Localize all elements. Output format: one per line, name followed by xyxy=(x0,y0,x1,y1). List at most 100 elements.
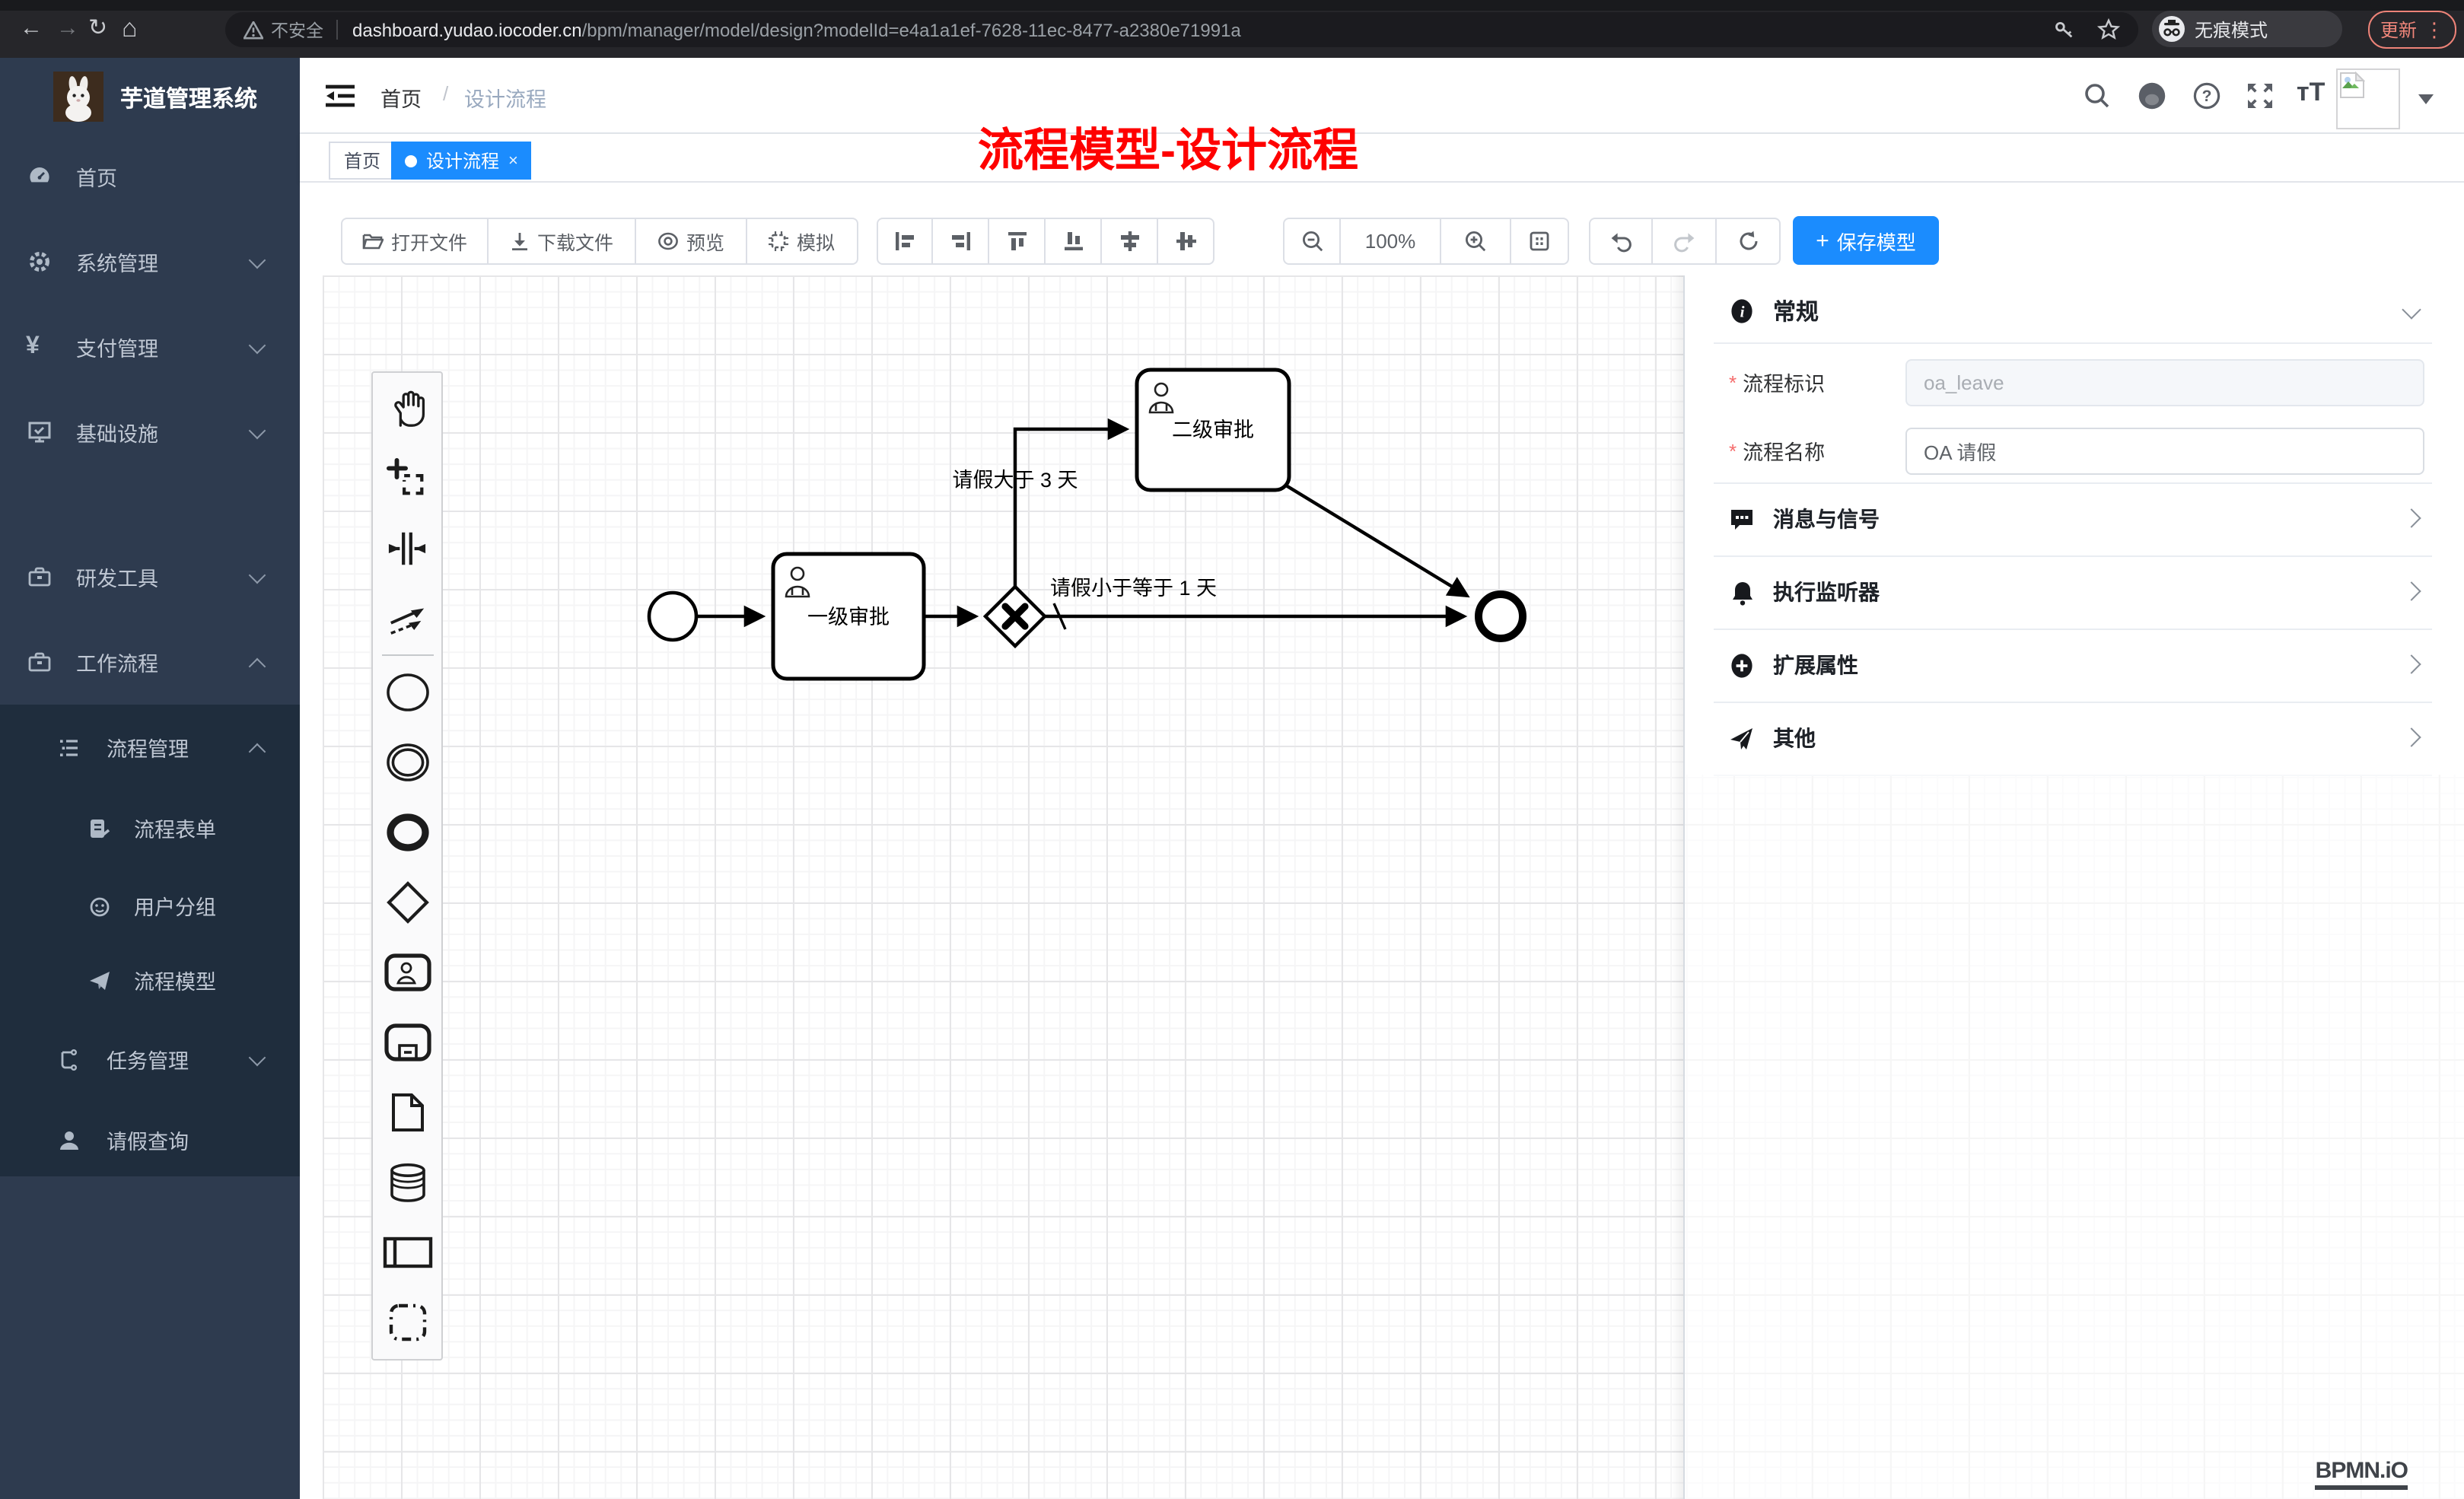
browser-menu-icon[interactable]: ⋮ xyxy=(2424,18,2444,42)
sidebar-item-user-group[interactable]: 用户分组 xyxy=(0,875,300,936)
end-event[interactable] xyxy=(1479,594,1523,638)
close-tab-icon[interactable]: × xyxy=(508,151,518,170)
panel-section-extended-attributes[interactable]: 扩展属性 xyxy=(1685,629,2464,702)
breadcrumb-home[interactable]: 首页 xyxy=(380,82,422,113)
url-divider xyxy=(336,20,337,40)
preview-button[interactable]: 预览 xyxy=(636,218,747,265)
browser-reload-button[interactable]: ↻ xyxy=(88,0,107,58)
branch-icon xyxy=(58,1048,81,1071)
chevron-down-icon xyxy=(249,1049,266,1067)
url-path: /bpm/manager/model/design?modelId=e4a1a1… xyxy=(582,19,1241,40)
preview-icon xyxy=(657,231,679,251)
align-right-button[interactable] xyxy=(933,218,989,265)
top-navbar: 首页 / 设计流程 ? тT xyxy=(300,58,2464,134)
sidebar-item-leave-query[interactable]: 请假查询 xyxy=(0,1109,300,1170)
tab-design-process[interactable]: 设计流程 × xyxy=(391,142,532,180)
bpmn-io-watermark[interactable]: BPMN.iO xyxy=(2316,1459,2408,1490)
sidebar: 芋道管理系统 首页 系统管理 ¥ 支付管理 基础设施 研发工具 工作 xyxy=(0,58,300,1499)
simulate-button[interactable]: 模拟 xyxy=(747,218,858,265)
plus-icon: + xyxy=(1816,228,1829,253)
align-middle-button[interactable] xyxy=(1102,218,1158,265)
browser-tab-strip xyxy=(0,0,2464,11)
exclusive-gateway[interactable] xyxy=(985,587,1045,646)
chevron-right-icon xyxy=(2402,508,2421,527)
zoom-level[interactable]: 100% xyxy=(1341,218,1441,265)
fullscreen-icon[interactable] xyxy=(2246,82,2274,110)
zoom-in-button[interactable] xyxy=(1441,218,1511,265)
process-name-input[interactable] xyxy=(1905,427,2424,474)
sidebar-item-workflow[interactable]: 工作流程 xyxy=(0,632,300,692)
align-center-button[interactable] xyxy=(1158,218,1214,265)
sidebar-collapse-icon[interactable] xyxy=(326,84,355,108)
sidebar-item-payment[interactable]: ¥ 支付管理 xyxy=(0,317,300,377)
zoom-out-button[interactable] xyxy=(1283,218,1341,265)
panel-section-general[interactable]: i 常规 xyxy=(1685,278,2464,342)
message-icon xyxy=(1729,506,1755,532)
download-file-button[interactable]: 下载文件 xyxy=(489,218,636,265)
browser-chrome: ← → ↻ ⌂ 不安全 dashboard.yudao.iocoder.cn/b… xyxy=(0,0,2464,58)
breadcrumb-separator: / xyxy=(443,82,448,105)
open-file-button[interactable]: 打开文件 xyxy=(341,218,489,265)
tree-list-icon xyxy=(58,736,81,759)
chevron-down-icon xyxy=(249,337,266,355)
fit-viewport-button[interactable] xyxy=(1511,218,1569,265)
chevron-up-icon xyxy=(249,658,266,676)
sidebar-item-home[interactable]: 首页 xyxy=(0,146,300,207)
save-model-button[interactable]: + 保存模型 xyxy=(1793,216,1939,265)
process-key-input[interactable] xyxy=(1905,358,2424,406)
sidebar-item-dev-tools[interactable]: 研发工具 xyxy=(0,546,300,607)
align-top-button[interactable] xyxy=(989,218,1046,265)
caret-down-icon[interactable] xyxy=(2418,94,2434,105)
app-logo xyxy=(53,72,103,122)
browser-update-button[interactable]: 更新 ⋮ xyxy=(2368,11,2456,49)
align-bottom-button[interactable] xyxy=(1046,218,1102,265)
avatar[interactable] xyxy=(2336,68,2400,129)
sidebar-item-infrastructure[interactable]: 基础设施 xyxy=(0,402,300,463)
start-event[interactable] xyxy=(649,593,696,640)
font-size-icon[interactable]: тT xyxy=(2297,78,2325,108)
sidebar-item-system[interactable]: 系统管理 xyxy=(0,231,300,292)
properties-panel: i 常规 * 流程标识 * 流程名称 消息与信号 执行监听器 xyxy=(1685,275,2464,775)
incognito-icon xyxy=(2158,15,2185,43)
undo-button[interactable] xyxy=(1589,218,1653,265)
align-left-icon xyxy=(893,230,916,253)
flow-gateway-to-task2[interactable] xyxy=(1015,429,1126,586)
chip-icon xyxy=(769,231,789,251)
user-task-level2[interactable]: 二级审批 xyxy=(1137,370,1289,490)
align-bottom-icon xyxy=(1062,230,1084,253)
search-icon[interactable] xyxy=(2084,82,2111,110)
svg-text:i: i xyxy=(1740,302,1745,320)
active-tab-dot xyxy=(405,154,417,167)
restart-button[interactable] xyxy=(1717,218,1781,265)
sidebar-item-process-form[interactable]: 流程表单 xyxy=(0,797,300,858)
redo-icon xyxy=(1672,230,1696,253)
field-process-key: * 流程标识 xyxy=(1685,358,2464,406)
sidebar-item-task-management[interactable]: 任务管理 xyxy=(0,1029,300,1090)
address-bar[interactable]: 不安全 dashboard.yudao.iocoder.cn/bpm/manag… xyxy=(225,12,2138,47)
chevron-down-icon xyxy=(249,252,266,269)
app-title: 芋道管理系统 xyxy=(120,82,257,114)
undo-icon xyxy=(1609,230,1633,253)
github-icon[interactable] xyxy=(2137,81,2167,111)
help-icon[interactable]: ? xyxy=(2193,82,2220,110)
browser-home-button[interactable]: ⌂ xyxy=(122,0,138,58)
browser-forward-button[interactable]: → xyxy=(56,0,79,58)
panel-section-other[interactable]: 其他 xyxy=(1685,702,2464,775)
align-left-button[interactable] xyxy=(877,218,933,265)
user-icon xyxy=(58,1128,81,1151)
bookmark-star-icon[interactable] xyxy=(2097,18,2120,41)
sidebar-item-process-management[interactable]: 流程管理 xyxy=(0,717,300,778)
browser-back-button[interactable]: ← xyxy=(20,0,43,58)
panel-section-message-signal[interactable]: 消息与信号 xyxy=(1685,482,2464,555)
face-icon xyxy=(88,894,111,917)
password-key-icon[interactable] xyxy=(2053,18,2076,41)
redo-button[interactable] xyxy=(1653,218,1717,265)
panel-section-execution-listener[interactable]: 执行监听器 xyxy=(1685,555,2464,629)
tab-home[interactable]: 首页 xyxy=(329,142,396,180)
tags-view-bar xyxy=(300,134,2464,183)
flow-task2-to-end[interactable] xyxy=(1286,485,1467,596)
zoom-button-group: 100% xyxy=(1283,218,1569,265)
user-task-level1[interactable]: 一级审批 xyxy=(773,554,924,679)
sidebar-item-process-model[interactable]: 流程模型 xyxy=(0,950,300,1010)
toolbox-icon xyxy=(27,565,52,589)
